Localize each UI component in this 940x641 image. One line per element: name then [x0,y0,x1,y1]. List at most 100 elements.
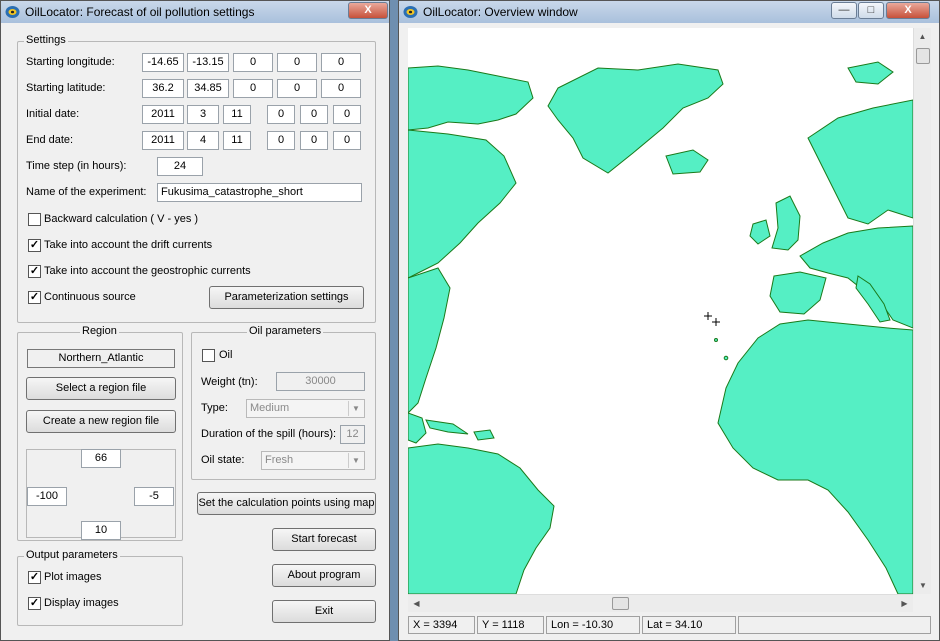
settings-window: OilLocator: Forecast of oil pollution se… [0,0,390,641]
oil-state-value: Fresh [265,454,294,466]
end-second[interactable]: 0 [333,131,361,150]
type-select[interactable]: Medium ▼ [246,399,365,418]
continuous-checkbox[interactable]: ✓ [28,291,41,304]
start-lat-1[interactable]: 36.2 [142,79,184,98]
start-lat-5[interactable]: 0 [321,79,361,98]
start-lon-4[interactable]: 0 [277,53,317,72]
weight-label: Weight (tn): [201,376,258,388]
start-forecast-button[interactable]: Start forecast [272,528,376,551]
overview-close-button[interactable]: X [886,2,930,19]
oil-state-select[interactable]: Fresh ▼ [261,451,365,470]
create-region-button[interactable]: Create a new region file [26,410,176,433]
set-points-button[interactable]: Set the calculation points using map [197,492,376,515]
duration-field[interactable]: 12 [340,425,365,444]
oil-state-label: Oil state: [201,454,245,466]
scroll-left-icon[interactable]: ◀ [408,595,425,612]
close-icon: X [904,4,912,16]
weight-field[interactable]: 30000 [276,372,365,391]
scroll-right-icon[interactable]: ▶ [896,595,913,612]
start-lat-4[interactable]: 0 [277,79,317,98]
init-minute[interactable]: 0 [300,105,328,124]
maximize-icon: □ [867,4,875,16]
continuous-label: Continuous source [44,291,136,303]
region-south-field[interactable]: 10 [81,521,121,540]
duration-label: Duration of the spill (hours): [201,428,337,440]
region-west-field[interactable]: -100 [27,487,67,506]
about-program-button[interactable]: About program [272,564,376,587]
end-hour[interactable]: 0 [267,131,295,150]
status-empty [738,616,931,634]
plot-images-label: Plot images [44,571,102,583]
vertical-scrollbar[interactable]: ▲ ▼ [913,28,931,594]
init-month[interactable]: 3 [187,105,219,124]
init-second[interactable]: 0 [333,105,361,124]
plot-images-checkbox[interactable]: ✓ [28,571,41,584]
start-lat-2[interactable]: 34.85 [187,79,229,98]
chevron-down-icon: ▼ [348,453,363,468]
oil-checkbox[interactable] [202,349,215,362]
start-lat-label: Starting latitude: [26,82,106,94]
region-name-field: Northern_Atlantic [27,349,175,368]
init-date-label: Initial date: [26,108,80,120]
settings-window-title: OilLocator: Forecast of oil pollution se… [25,5,255,19]
overview-window: OilLocator: Overview window — □ X ▲ ▼ ◀ … [398,0,940,641]
geostrophic-checkbox[interactable]: ✓ [28,265,41,278]
settings-close-button[interactable]: X [348,2,388,19]
time-step-label: Time step (in hours): [26,160,127,172]
display-images-label: Display images [44,597,119,609]
start-lon-1[interactable]: -14.65 [142,53,184,72]
settings-group-title: Settings [24,34,68,46]
output-group-title: Output parameters [24,549,120,561]
status-lon: Lon = -10.30 [546,616,640,634]
maximize-button[interactable]: □ [858,2,884,19]
scroll-up-icon[interactable]: ▲ [914,28,931,45]
init-day[interactable]: 11 [223,105,251,124]
drift-label: Take into account the drift currents [44,239,213,251]
time-step-field[interactable]: 24 [157,157,203,176]
start-lon-5[interactable]: 0 [321,53,361,72]
end-day[interactable]: 11 [223,131,251,150]
settings-titlebar[interactable]: OilLocator: Forecast of oil pollution se… [1,1,389,23]
region-east-field[interactable]: -5 [134,487,174,506]
land-hispaniola [473,429,495,441]
scroll-down-icon[interactable]: ▼ [914,577,932,594]
init-year[interactable]: 2011 [142,105,184,124]
close-icon: X [364,4,372,16]
end-minute[interactable]: 0 [300,131,328,150]
map-canvas[interactable] [408,28,913,594]
minimize-icon: — [838,4,850,16]
overview-titlebar[interactable]: OilLocator: Overview window — □ X [399,1,939,23]
region-north-field[interactable]: 66 [81,449,121,468]
vertical-scroll-thumb[interactable] [916,48,930,64]
oil-drop-icon [5,6,20,18]
region-group-title: Region [80,325,119,337]
type-label: Type: [201,402,228,414]
experiment-field[interactable]: Fukusima_catastrophe_short [157,183,362,202]
oil-label: Oil [219,349,233,361]
horizontal-scrollbar[interactable]: ◀ ▶ [408,594,913,612]
geostrophic-label: Take into account the geostrophic curren… [44,265,251,277]
land-canary [723,355,729,361]
start-lon-label: Starting longitude: [26,56,115,68]
exit-button[interactable]: Exit [272,600,376,623]
init-hour[interactable]: 0 [267,105,295,124]
end-year[interactable]: 2011 [142,131,184,150]
start-lon-2[interactable]: -13.15 [187,53,229,72]
start-lat-3[interactable]: 0 [233,79,273,98]
backward-checkbox[interactable] [28,213,41,226]
minimize-button[interactable]: — [831,2,857,19]
end-date-label: End date: [26,134,74,146]
start-lon-3[interactable]: 0 [233,53,273,72]
status-lat: Lat = 34.10 [642,616,736,634]
status-x: X = 3394 [408,616,475,634]
display-images-checkbox[interactable]: ✓ [28,597,41,610]
horizontal-scroll-thumb[interactable] [612,597,629,610]
end-month[interactable]: 4 [187,131,219,150]
backward-label: Backward calculation ( V - yes ) [44,213,199,225]
type-value: Medium [250,402,290,414]
parameterization-settings-button[interactable]: Parameterization settings [209,286,364,309]
select-region-button[interactable]: Select a region file [26,377,176,400]
overview-window-title: OilLocator: Overview window [423,5,578,19]
oil-drop-icon [403,6,418,18]
drift-checkbox[interactable]: ✓ [28,239,41,252]
